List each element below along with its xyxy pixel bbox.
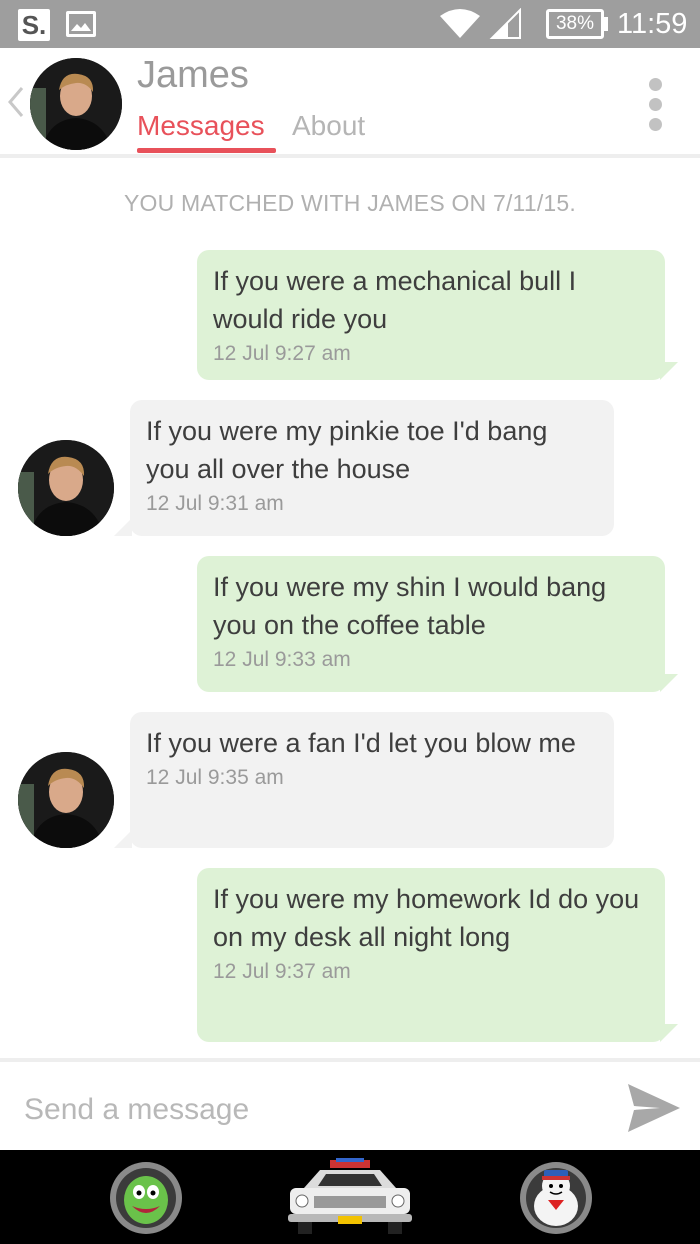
message-timestamp: 12 Jul 9:37 am xyxy=(213,960,351,983)
avatar[interactable] xyxy=(18,440,114,536)
battery-tip xyxy=(604,17,608,31)
bubble-tail xyxy=(660,674,678,692)
message-bubble-incoming[interactable]: If you were my pinkie toe I'd bang you a… xyxy=(130,400,614,536)
clock: 11:59 xyxy=(617,8,688,40)
bubble-tail xyxy=(660,362,678,380)
contact-name: James xyxy=(137,54,249,96)
message-text: If you were a fan I'd let you blow me xyxy=(146,728,576,758)
active-tab-indicator xyxy=(137,148,276,153)
message-text: If you were my pinkie toe I'd bang you a… xyxy=(146,416,548,484)
wifi-icon xyxy=(440,9,480,38)
message-timestamp: 12 Jul 9:35 am xyxy=(146,766,284,789)
message-input[interactable] xyxy=(24,1088,584,1132)
tab-about[interactable]: About xyxy=(292,110,365,142)
battery-icon: 38% xyxy=(546,9,604,39)
image-icon xyxy=(66,11,96,37)
send-icon[interactable] xyxy=(624,1080,682,1136)
message-text: If you were my homework Id do you on my … xyxy=(213,884,640,952)
status-bar: S. 38% 11:59 xyxy=(0,0,700,48)
tab-messages[interactable]: Messages xyxy=(137,110,265,142)
avatar[interactable] xyxy=(18,752,114,848)
slimer-icon[interactable] xyxy=(108,1160,184,1236)
avatar[interactable] xyxy=(30,58,122,150)
ecto-car-icon[interactable] xyxy=(284,1154,416,1238)
message-text: If you were my shin I would bang you on … xyxy=(213,572,607,640)
message-bubble-incoming[interactable]: If you were a fan I'd let you blow me 12… xyxy=(130,712,614,848)
message-bubble-outgoing[interactable]: If you were a mechanical bull I would ri… xyxy=(197,250,665,380)
message-bubble-outgoing[interactable]: If you were my homework Id do you on my … xyxy=(197,868,665,1042)
message-composer xyxy=(0,1058,700,1150)
more-options-icon[interactable] xyxy=(644,78,666,134)
app-s-icon: S. xyxy=(18,9,50,41)
bottom-bar xyxy=(0,1150,700,1244)
bubble-tail xyxy=(114,830,132,848)
match-notice: YOU MATCHED WITH JAMES ON 7/11/15. xyxy=(124,190,576,216)
message-timestamp: 12 Jul 9:31 am xyxy=(146,492,284,515)
chat-header: James Messages About xyxy=(0,48,700,158)
message-timestamp: 12 Jul 9:27 am xyxy=(213,342,351,365)
stay-puft-icon[interactable] xyxy=(518,1160,594,1236)
back-chevron-icon[interactable] xyxy=(6,84,26,120)
message-bubble-outgoing[interactable]: If you were my shin I would bang you on … xyxy=(197,556,665,692)
message-timestamp: 12 Jul 9:33 am xyxy=(213,648,351,671)
bubble-tail xyxy=(660,1024,678,1042)
bubble-tail xyxy=(114,518,132,536)
message-text: If you were a mechanical bull I would ri… xyxy=(213,266,577,334)
signal-icon xyxy=(489,8,521,39)
